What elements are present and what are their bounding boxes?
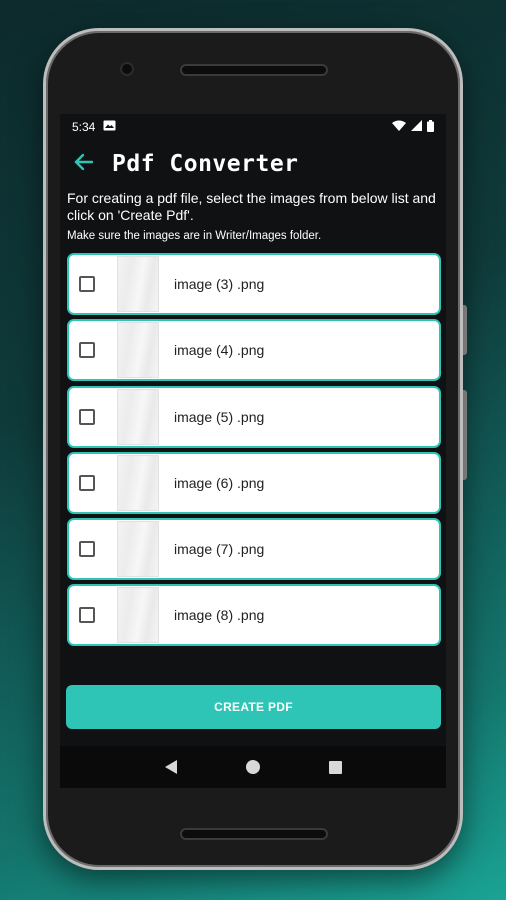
list-item[interactable]: image (5) .png (67, 385, 441, 448)
signal-icon (411, 120, 422, 134)
image-filename: image (5) .png (174, 408, 265, 425)
select-checkbox[interactable] (79, 607, 95, 624)
image-thumbnail (117, 587, 159, 644)
image-thumbnail (117, 454, 159, 511)
list-item[interactable]: image (8) .png (67, 584, 441, 647)
instructions-text: For creating a pdf file, select the imag… (67, 190, 436, 223)
back-nav-icon[interactable] (164, 760, 177, 774)
select-checkbox[interactable] (79, 474, 95, 491)
status-time: 5:34 (72, 120, 96, 134)
image-list: image (3) .png image (4) .png image (5) … (67, 253, 441, 651)
system-nav-bar (60, 746, 446, 788)
wifi-icon (392, 120, 406, 134)
list-item[interactable]: image (7) .png (67, 518, 441, 581)
image-filename: image (8) .png (174, 607, 265, 624)
select-checkbox[interactable] (79, 276, 95, 292)
select-checkbox[interactable] (79, 408, 95, 425)
home-nav-icon[interactable] (245, 760, 260, 774)
page-title: Pdf Converter (112, 151, 299, 177)
status-bar: 5:34 (60, 114, 446, 140)
image-filename: image (4) .png (174, 342, 265, 359)
image-thumbnail (117, 322, 159, 379)
image-filename: image (7) .png (174, 541, 265, 558)
recents-nav-icon[interactable] (328, 760, 342, 774)
folder-note-text: Make sure the images are in Writer/Image… (67, 230, 322, 242)
select-checkbox[interactable] (79, 541, 95, 558)
list-item[interactable]: image (4) .png (67, 319, 441, 382)
bottom-speaker (180, 828, 328, 840)
front-camera (120, 62, 134, 76)
image-filename: image (6) .png (174, 474, 265, 491)
list-item[interactable]: image (6) .png (67, 451, 441, 514)
image-thumbnail (117, 388, 159, 445)
arrow-left-icon[interactable] (74, 151, 104, 177)
image-thumbnail (117, 256, 159, 312)
select-checkbox[interactable] (79, 342, 95, 359)
create-pdf-button[interactable]: CREATE PDF (66, 685, 441, 729)
image-notification-icon (103, 120, 116, 134)
list-item[interactable]: image (3) .png (67, 253, 441, 315)
app-screen: 5:34 Pdf Converter For creating a pdf fi… (60, 114, 446, 788)
top-speaker (180, 64, 328, 76)
app-bar: Pdf Converter (60, 144, 446, 184)
battery-icon (427, 119, 434, 135)
image-thumbnail (117, 521, 159, 578)
image-filename: image (3) .png (174, 276, 265, 292)
